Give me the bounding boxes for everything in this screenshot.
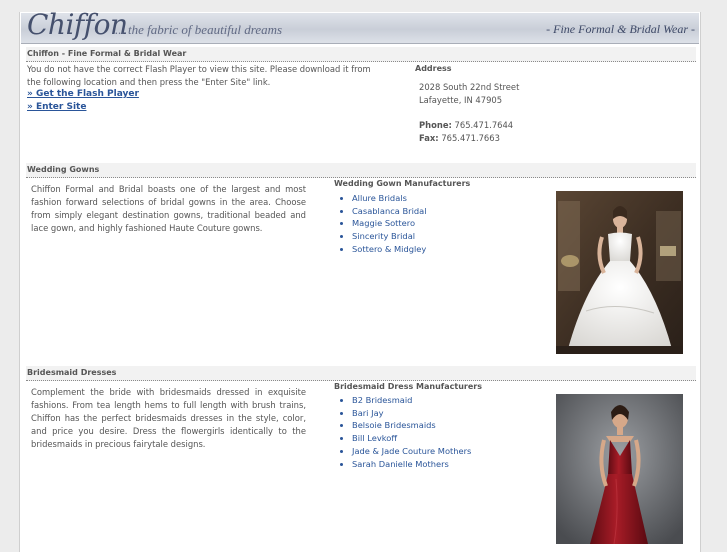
- page-container: Chiffon ... the fabric of beautiful drea…: [19, 8, 701, 552]
- bride-image: [556, 191, 683, 354]
- intro-section-heading: Chiffon - Fine Formal & Bridal Wear: [26, 47, 696, 62]
- list-item[interactable]: Belsoie Bridesmaids: [352, 419, 471, 432]
- address-street: 2028 South 22nd Street: [419, 82, 520, 92]
- address-heading: Address: [415, 64, 452, 73]
- wedding-manufacturers-list: Allure Bridals Casablanca Bridal Maggie …: [334, 192, 427, 256]
- manufacturer-link[interactable]: Maggie Sottero: [352, 218, 415, 228]
- manufacturer-link[interactable]: Sincerity Bridal: [352, 231, 415, 241]
- site-logo[interactable]: Chiffon: [27, 8, 128, 41]
- list-item[interactable]: Sottero & Midgley: [352, 243, 427, 256]
- enter-site-link-wrap: » Enter Site: [27, 101, 86, 114]
- bridesmaid-manufacturers-heading: Bridesmaid Dress Manufacturers: [334, 382, 482, 391]
- phone-label: Phone:: [419, 120, 452, 130]
- get-flash-link-wrap: » Get the Flash Player: [27, 88, 139, 101]
- tagline: ... the fabric of beautiful dreams: [115, 22, 283, 37]
- bridesmaid-description: Complement the bride with bridesmaids dr…: [31, 387, 306, 449]
- manufacturer-link[interactable]: Allure Bridals: [352, 193, 407, 203]
- flash-message: You do not have the correct Flash Player…: [27, 64, 371, 87]
- fax-number: 765.471.7663: [441, 133, 500, 143]
- manufacturer-link[interactable]: Bari Jay: [352, 408, 384, 418]
- banner-subtitle: - Fine Formal & Bridal Wear -: [546, 22, 695, 36]
- manufacturer-link[interactable]: Sarah Danielle Mothers: [352, 459, 449, 469]
- fax-label: Fax:: [419, 133, 439, 143]
- list-item[interactable]: Bill Levkoff: [352, 432, 471, 445]
- manufacturer-link[interactable]: Bill Levkoff: [352, 433, 397, 443]
- list-item[interactable]: B2 Bridesmaid: [352, 394, 471, 407]
- address-city: Lafayette, IN 47905: [419, 95, 503, 105]
- manufacturer-link[interactable]: Jade & Jade Couture Mothers: [352, 446, 471, 456]
- manufacturer-link[interactable]: Belsoie Bridesmaids: [352, 420, 436, 430]
- bridesmaid-dress-photo: [556, 394, 683, 544]
- manufacturer-link[interactable]: Casablanca Bridal: [352, 206, 427, 216]
- fax-line: Fax: 765.471.7663: [419, 132, 500, 145]
- list-item[interactable]: Bari Jay: [352, 407, 471, 420]
- list-item[interactable]: Jade & Jade Couture Mothers: [352, 445, 471, 458]
- manufacturer-link[interactable]: B2 Bridesmaid: [352, 395, 412, 405]
- manufacturer-link[interactable]: Sottero & Midgley: [352, 244, 426, 254]
- wedding-manufacturers-heading: Wedding Gown Manufacturers: [334, 179, 471, 188]
- header-banner: Chiffon ... the fabric of beautiful drea…: [21, 8, 699, 44]
- wedding-gowns-heading: Wedding Gowns: [26, 163, 696, 178]
- get-flash-player-link[interactable]: » Get the Flash Player: [27, 89, 139, 99]
- list-item[interactable]: Maggie Sottero: [352, 217, 427, 230]
- list-item[interactable]: Sarah Danielle Mothers: [352, 458, 471, 471]
- list-item[interactable]: Allure Bridals: [352, 192, 427, 205]
- list-item[interactable]: Casablanca Bridal: [352, 205, 427, 218]
- list-item[interactable]: Sincerity Bridal: [352, 230, 427, 243]
- bridesmaid-image: [556, 394, 683, 544]
- wedding-gown-photo: [556, 191, 683, 354]
- bridesmaid-manufacturers-list: B2 Bridesmaid Bari Jay Belsoie Bridesmai…: [334, 394, 471, 470]
- wedding-gowns-description: Chiffon Formal and Bridal boasts one of …: [31, 184, 306, 233]
- enter-site-link[interactable]: » Enter Site: [27, 102, 86, 112]
- phone-line: Phone: 765.471.7644: [419, 119, 513, 132]
- phone-number: 765.471.7644: [454, 120, 514, 130]
- bridesmaid-dresses-heading: Bridesmaid Dresses: [26, 366, 696, 381]
